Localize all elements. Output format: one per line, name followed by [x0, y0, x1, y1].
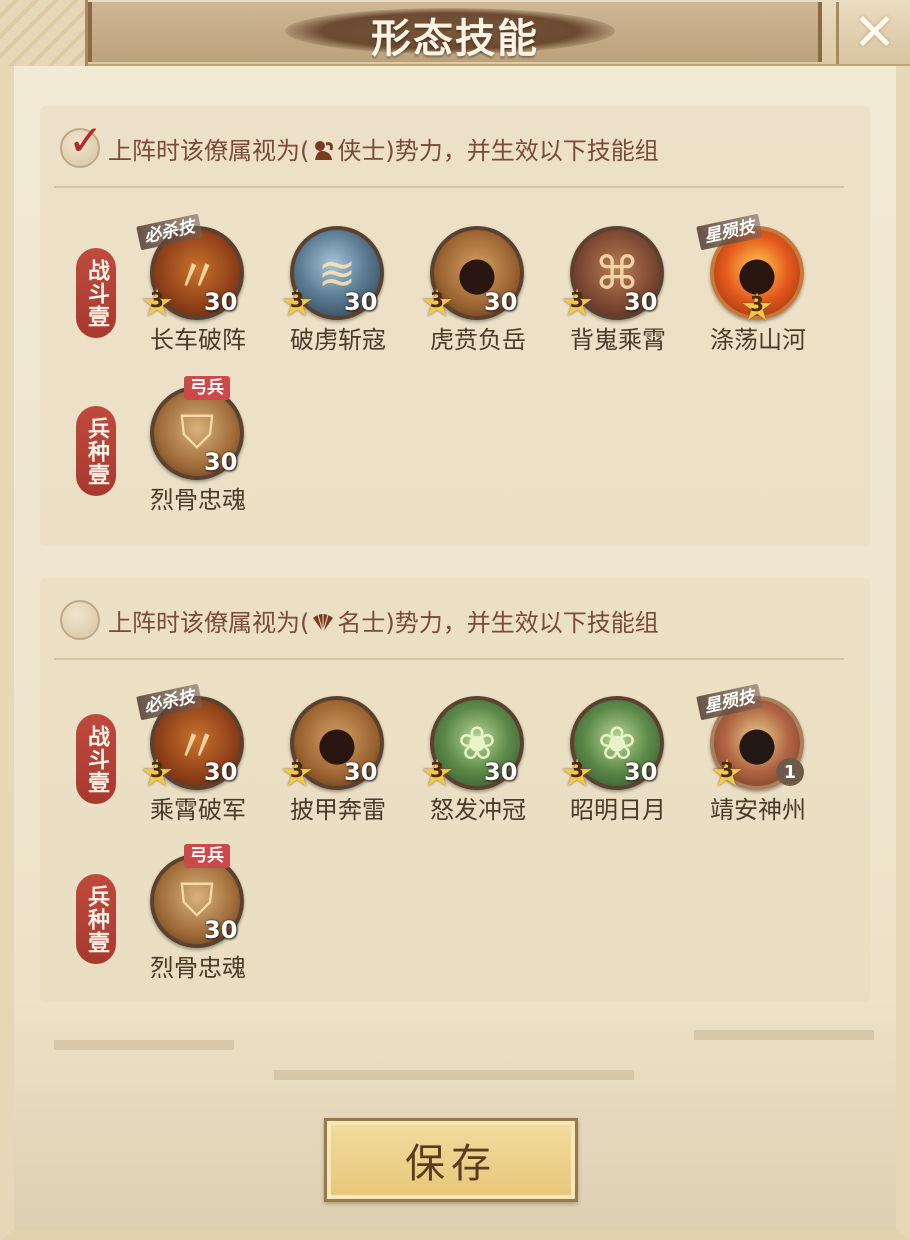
skill-slot[interactable]: ⛉ 弓兵 30 烈骨忠魂	[138, 844, 258, 984]
skill-slot[interactable]: ● 星殒技 ★ 3 涤荡山河	[696, 213, 818, 356]
skill-name: 昭明日月	[570, 796, 666, 824]
skill-name: 乘霄破军	[150, 796, 246, 824]
skill-group-1: ✓ 上阵时该僚属视为( 侠士 )势力，并生效以下技能组 战斗壹 兵种壹 〃 必杀…	[40, 106, 870, 546]
save-button[interactable]: 保存	[324, 1118, 578, 1202]
row-label-troop: 兵种壹	[76, 874, 116, 964]
skill-level: 30	[204, 758, 238, 786]
group-1-radio[interactable]: ✓	[60, 116, 103, 168]
skill-slot[interactable]: ● ★ 3 30 虎贲负岳	[418, 226, 538, 356]
fan-icon	[313, 613, 334, 633]
skill-name: 破虏斩寇	[290, 326, 386, 354]
check-mark-icon: ✓	[68, 116, 104, 165]
skill-level: 30	[344, 758, 378, 786]
skill-name: 披甲奔雷	[290, 796, 386, 824]
star-level: 3	[150, 758, 164, 782]
star-level: 3	[150, 288, 164, 312]
skill-name: 烈骨忠魂	[150, 486, 246, 514]
row-label-troop: 兵种壹	[76, 406, 116, 496]
star-level: 3	[720, 758, 734, 782]
skill-slot[interactable]: ❀ ★ 3 30 昭明日月	[558, 696, 678, 826]
knight-silhouette-icon	[315, 141, 334, 160]
star-level: 3	[430, 288, 444, 312]
skill-level: 30	[484, 288, 518, 316]
group-2-radio[interactable]	[60, 600, 100, 640]
archer-badge: 弓兵	[184, 844, 230, 868]
group-1-divider	[54, 186, 844, 188]
skill-name: 背嵬乘霄	[570, 326, 666, 354]
star-level: 3	[290, 758, 304, 782]
skill-name: 靖安神州	[710, 796, 806, 824]
skill-slot[interactable]: ❀ ★ 3 30 怒发冲冠	[418, 696, 538, 826]
skill-level: 30	[624, 288, 658, 316]
skill-level: 30	[204, 288, 238, 316]
row-label-battle: 战斗壹	[76, 714, 116, 804]
skill-name: 涤荡山河	[710, 326, 806, 354]
group-2-divider	[54, 658, 844, 660]
skill-slot[interactable]: ● ★ 3 30 披甲奔雷	[278, 696, 398, 826]
skill-level: 30	[204, 916, 238, 944]
close-icon: ✕	[852, 3, 897, 63]
group-1-header[interactable]: ✓ 上阵时该僚属视为( 侠士 )势力，并生效以下技能组	[60, 116, 659, 170]
close-button[interactable]: ✕	[836, 2, 910, 64]
group-2-header[interactable]: 上阵时该僚属视为( 名士 )势力，并生效以下技能组	[60, 598, 659, 642]
title-bar: 形态技能 ✕	[0, 0, 910, 66]
skill-name: 怒发冲冠	[430, 796, 526, 824]
skill-level: 30	[484, 758, 518, 786]
archer-badge: 弓兵	[184, 376, 230, 400]
skill-level: 30	[344, 288, 378, 316]
star-level: 3	[570, 288, 584, 312]
star-level: 3	[570, 758, 584, 782]
skill-slot[interactable]: ≋ ★ 3 30 破虏斩寇	[278, 226, 398, 356]
group-1-faction-name: 侠士	[337, 136, 386, 165]
skill-slot[interactable]: ⌘ ★ 3 30 背嵬乘霄	[558, 226, 678, 356]
skill-count: 1	[776, 758, 804, 786]
group-1-text-after: )势力，并生效以下技能组	[385, 136, 659, 165]
skill-level: 30	[624, 758, 658, 786]
skill-name: 虎贲负岳	[430, 326, 526, 354]
skill-level: 30	[204, 448, 238, 476]
star-level: 3	[430, 758, 444, 782]
row-label-battle: 战斗壹	[76, 248, 116, 338]
star-level: 3	[750, 292, 764, 316]
group-1-text-before: 上阵时该僚属视为(	[108, 136, 310, 165]
skill-slot[interactable]: ⛉ 弓兵 30 烈骨忠魂	[138, 376, 258, 516]
page-title: 形态技能	[371, 16, 539, 62]
star-level: 3	[290, 288, 304, 312]
skill-name: 烈骨忠魂	[150, 954, 246, 982]
group-2-text-after: )势力，并生效以下技能组	[385, 608, 659, 637]
skill-slot[interactable]: ● 星殒技 ★ 3 1 靖安神州	[696, 683, 818, 826]
skill-slot[interactable]: 〃 必杀技 ★ 3 30 乘霄破军	[136, 683, 258, 826]
group-2-faction-name: 名士	[337, 608, 386, 637]
skill-slot[interactable]: 〃 必杀技 ★ 3 30 长车破阵	[136, 213, 258, 356]
group-2-text-before: 上阵时该僚属视为(	[108, 608, 310, 637]
skill-name: 长车破阵	[150, 326, 246, 354]
skill-group-2: 上阵时该僚属视为( 名士 )势力，并生效以下技能组 战斗壹 兵种壹 〃 必杀技 …	[40, 578, 870, 1002]
